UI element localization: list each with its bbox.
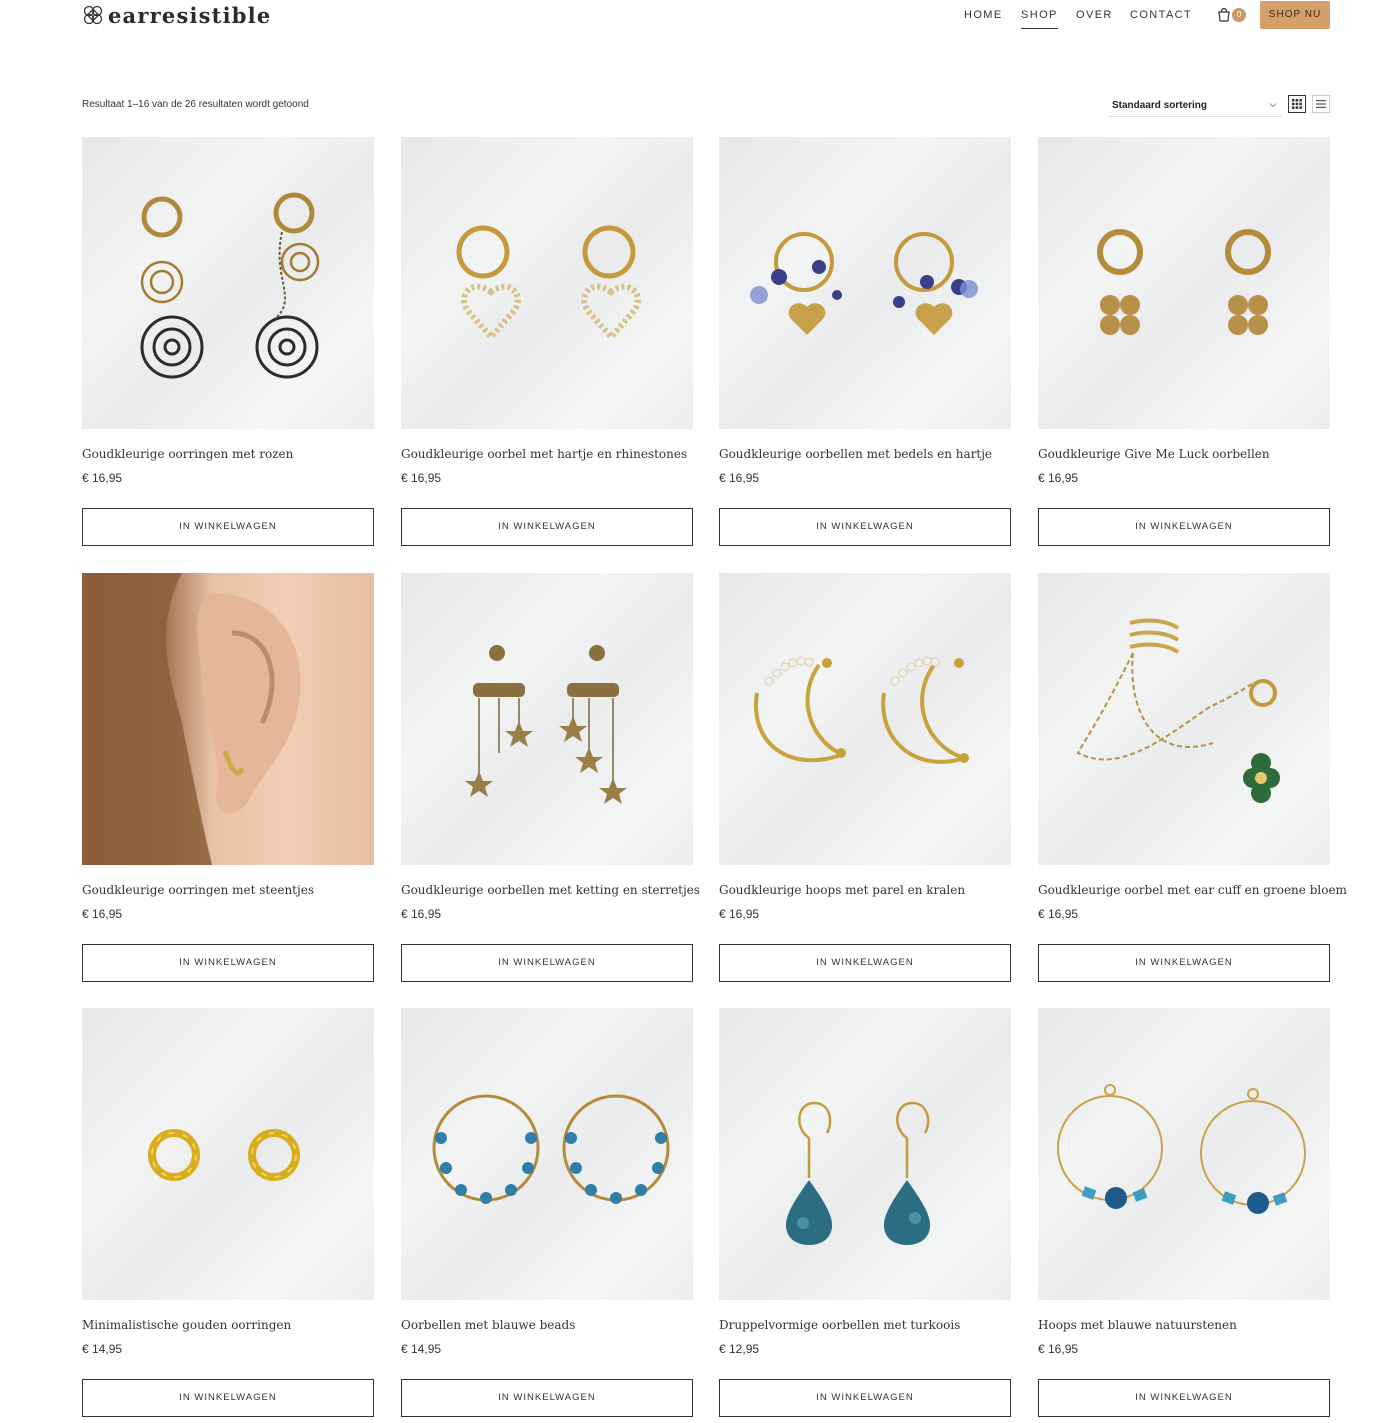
nav-home[interactable]: HOME (964, 9, 1003, 21)
grid-view-icon (1292, 99, 1302, 109)
product-price: € 12,95 (719, 1342, 760, 1356)
nav-shop[interactable]: SHOP (1021, 9, 1058, 29)
cart-button[interactable]: 0 (1216, 6, 1248, 24)
gold-hoops-clover-image (1097, 229, 1271, 335)
shop-now-button[interactable]: SHOP NU (1260, 1, 1330, 29)
grid-view-button[interactable] (1288, 95, 1306, 113)
product-title[interactable]: Hoops met blauwe natuurstenen (1038, 1318, 1237, 1332)
product-image[interactable] (1038, 1008, 1330, 1300)
product-image[interactable] (719, 573, 1011, 865)
product-title[interactable]: Goudkleurige hoops met parel en kralen (719, 883, 965, 897)
product-price: € 16,95 (401, 907, 442, 921)
product-title[interactable]: Goudkleurige oorringen met steentjes (82, 883, 314, 897)
gold-hoops-blue-stones-image (1057, 1084, 1306, 1214)
product-image[interactable] (82, 137, 374, 429)
product-image[interactable] (1038, 137, 1330, 429)
list-view-button[interactable] (1312, 95, 1330, 113)
product-title[interactable]: Goudkleurige oorbel met hartje en rhines… (401, 447, 687, 461)
list-view-icon (1316, 100, 1326, 108)
gold-ear-cuff-green-flower-image (1076, 618, 1280, 803)
add-to-cart-button[interactable]: IN WINKELWAGEN (401, 944, 693, 982)
add-to-cart-button[interactable]: IN WINKELWAGEN (82, 944, 374, 982)
chevron-down-icon (1269, 103, 1277, 108)
gold-half-hoops-pearls-image (753, 656, 969, 764)
product-title[interactable]: Goudkleurige oorbel met ear cuff en groe… (1038, 883, 1347, 897)
product-price: € 14,95 (82, 1342, 123, 1356)
add-to-cart-button[interactable]: IN WINKELWAGEN (719, 1379, 1011, 1417)
nav-contact[interactable]: CONTACT (1130, 9, 1192, 21)
product-price: € 16,95 (1038, 907, 1079, 921)
product-title[interactable]: Goudkleurige oorbellen met bedels en har… (719, 447, 992, 461)
product-title[interactable]: Goudkleurige oorringen met rozen (82, 447, 293, 461)
product-price: € 16,95 (719, 907, 760, 921)
add-to-cart-button[interactable]: IN WINKELWAGEN (1038, 944, 1330, 982)
product-price: € 14,95 (401, 1342, 442, 1356)
product-image[interactable] (1038, 573, 1330, 865)
product-price: € 16,95 (1038, 1342, 1079, 1356)
add-to-cart-button[interactable]: IN WINKELWAGEN (719, 508, 1011, 546)
product-image[interactable] (82, 1008, 374, 1300)
site-header: earresistible HOME SHOP OVER CONTACT 0 S… (0, 0, 1394, 40)
sort-selected-value: Standaard sortering (1112, 100, 1208, 111)
add-to-cart-button[interactable]: IN WINKELWAGEN (401, 1379, 693, 1417)
logo-text: earresistible (108, 2, 272, 28)
product-title[interactable]: Goudkleurige oorbellen met ketting en st… (401, 883, 700, 897)
logo-knot-icon (83, 5, 103, 25)
product-image[interactable] (401, 573, 693, 865)
gold-hoops-blue-beads-image (432, 1094, 670, 1204)
product-price: € 16,95 (82, 471, 123, 485)
product-title[interactable]: Oorbellen met blauwe beads (401, 1318, 575, 1332)
gold-hoops-rhinestone-heart-image (456, 225, 641, 342)
turquoise-drop-earrings-image (785, 1101, 931, 1245)
add-to-cart-button[interactable]: IN WINKELWAGEN (719, 944, 1011, 982)
logo[interactable]: earresistible (82, 2, 271, 28)
product-image[interactable] (401, 1008, 693, 1300)
product-image[interactable] (401, 137, 693, 429)
product-image[interactable] (719, 1008, 1011, 1300)
gold-hoops-rose-charms-image (140, 192, 320, 379)
nav-over[interactable]: OVER (1076, 9, 1113, 21)
product-title[interactable]: Druppelvormige oorbellen met turkoois (719, 1318, 960, 1332)
shopping-bag-icon (1218, 7, 1230, 22)
sort-select[interactable]: Standaard sortering (1108, 94, 1282, 117)
product-price: € 16,95 (82, 907, 123, 921)
result-count: Resultaat 1–16 van de 26 resultaten word… (82, 99, 309, 110)
add-to-cart-button[interactable]: IN WINKELWAGEN (1038, 508, 1330, 546)
product-title[interactable]: Goudkleurige Give Me Luck oorbellen (1038, 447, 1270, 461)
cart-count-badge: 0 (1232, 8, 1246, 22)
product-title[interactable]: Minimalistische gouden oorringen (82, 1318, 291, 1332)
add-to-cart-button[interactable]: IN WINKELWAGEN (401, 508, 693, 546)
add-to-cart-button[interactable]: IN WINKELWAGEN (1038, 1379, 1330, 1417)
product-image[interactable] (719, 137, 1011, 429)
gold-twisted-huggies-image (148, 1129, 300, 1181)
gold-hoops-blue-beads-heart-image (750, 232, 978, 335)
product-price: € 16,95 (719, 471, 760, 485)
product-price: € 16,95 (401, 471, 442, 485)
product-price: € 16,95 (1038, 471, 1079, 485)
add-to-cart-button[interactable]: IN WINKELWAGEN (82, 1379, 374, 1417)
ear-model-huggie-image (82, 573, 301, 865)
product-image[interactable] (82, 573, 374, 865)
gold-chain-stars-image (465, 645, 627, 804)
add-to-cart-button[interactable]: IN WINKELWAGEN (82, 508, 374, 546)
